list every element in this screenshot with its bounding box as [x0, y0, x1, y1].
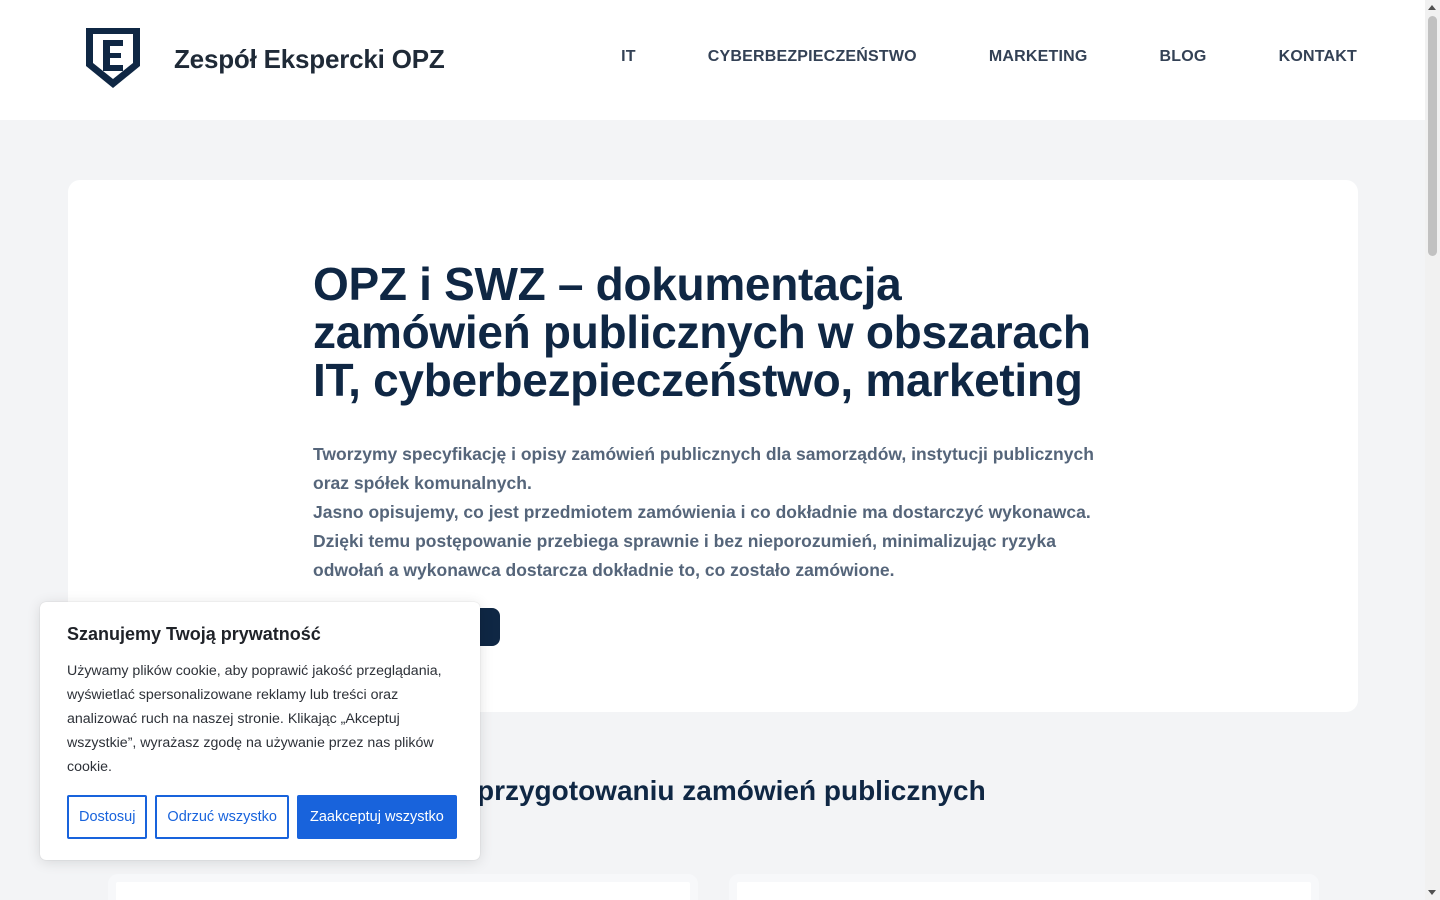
cookie-consent-banner: Szanujemy Twoją prywatność Używamy plikó…	[40, 602, 480, 860]
cookie-description: Używamy plików cookie, aby poprawić jako…	[67, 663, 442, 775]
cookie-customize-button[interactable]: Dostosuj	[67, 795, 148, 839]
cookie-reject-button[interactable]: Odrzuć wszystko	[155, 795, 290, 839]
scroll-up-icon[interactable]	[1428, 5, 1436, 10]
scroll-down-icon[interactable]	[1428, 890, 1436, 895]
hero-paragraph-2: Jasno opisujemy, co jest przedmiotem zam…	[313, 502, 1091, 580]
site-header: Zespół Ekspercki OPZ IT CYBERBEZPIECZEŃS…	[0, 0, 1425, 120]
nav-marketing[interactable]: MARKETING	[989, 48, 1088, 66]
nav-blog[interactable]: BLOG	[1160, 48, 1207, 66]
hero-paragraph-1: Tworzymy specyfikację i opisy zamówień p…	[313, 444, 1094, 493]
feature-card	[108, 874, 698, 900]
cookie-title: Szanujemy Twoją prywatność	[67, 624, 321, 644]
hero-content: OPZ i SWZ – dokumentacja zamówień public…	[313, 260, 1113, 585]
main-nav: IT CYBERBEZPIECZEŃSTWO MARKETING BLOG KO…	[621, 48, 1357, 66]
hero-description: Tworzymy specyfikację i opisy zamówień p…	[313, 440, 1113, 585]
scroll-thumb[interactable]	[1428, 16, 1437, 256]
hero-title: OPZ i SWZ – dokumentacja zamówień public…	[313, 258, 1091, 406]
brand-name[interactable]: Zespół Ekspercki OPZ	[174, 44, 445, 75]
nav-cyberbezpieczenstwo[interactable]: CYBERBEZPIECZEŃSTWO	[708, 48, 917, 66]
nav-kontakt[interactable]: KONTAKT	[1279, 48, 1357, 66]
cookie-actions: Dostosuj Odrzuć wszystko Zaakceptuj wszy…	[67, 795, 457, 839]
feature-card	[729, 874, 1319, 900]
cookie-accept-button[interactable]: Zaakceptuj wszystko	[297, 795, 457, 839]
page-scrollbar[interactable]	[1425, 0, 1440, 900]
nav-it[interactable]: IT	[621, 48, 636, 66]
shield-logo-icon[interactable]	[84, 26, 142, 90]
